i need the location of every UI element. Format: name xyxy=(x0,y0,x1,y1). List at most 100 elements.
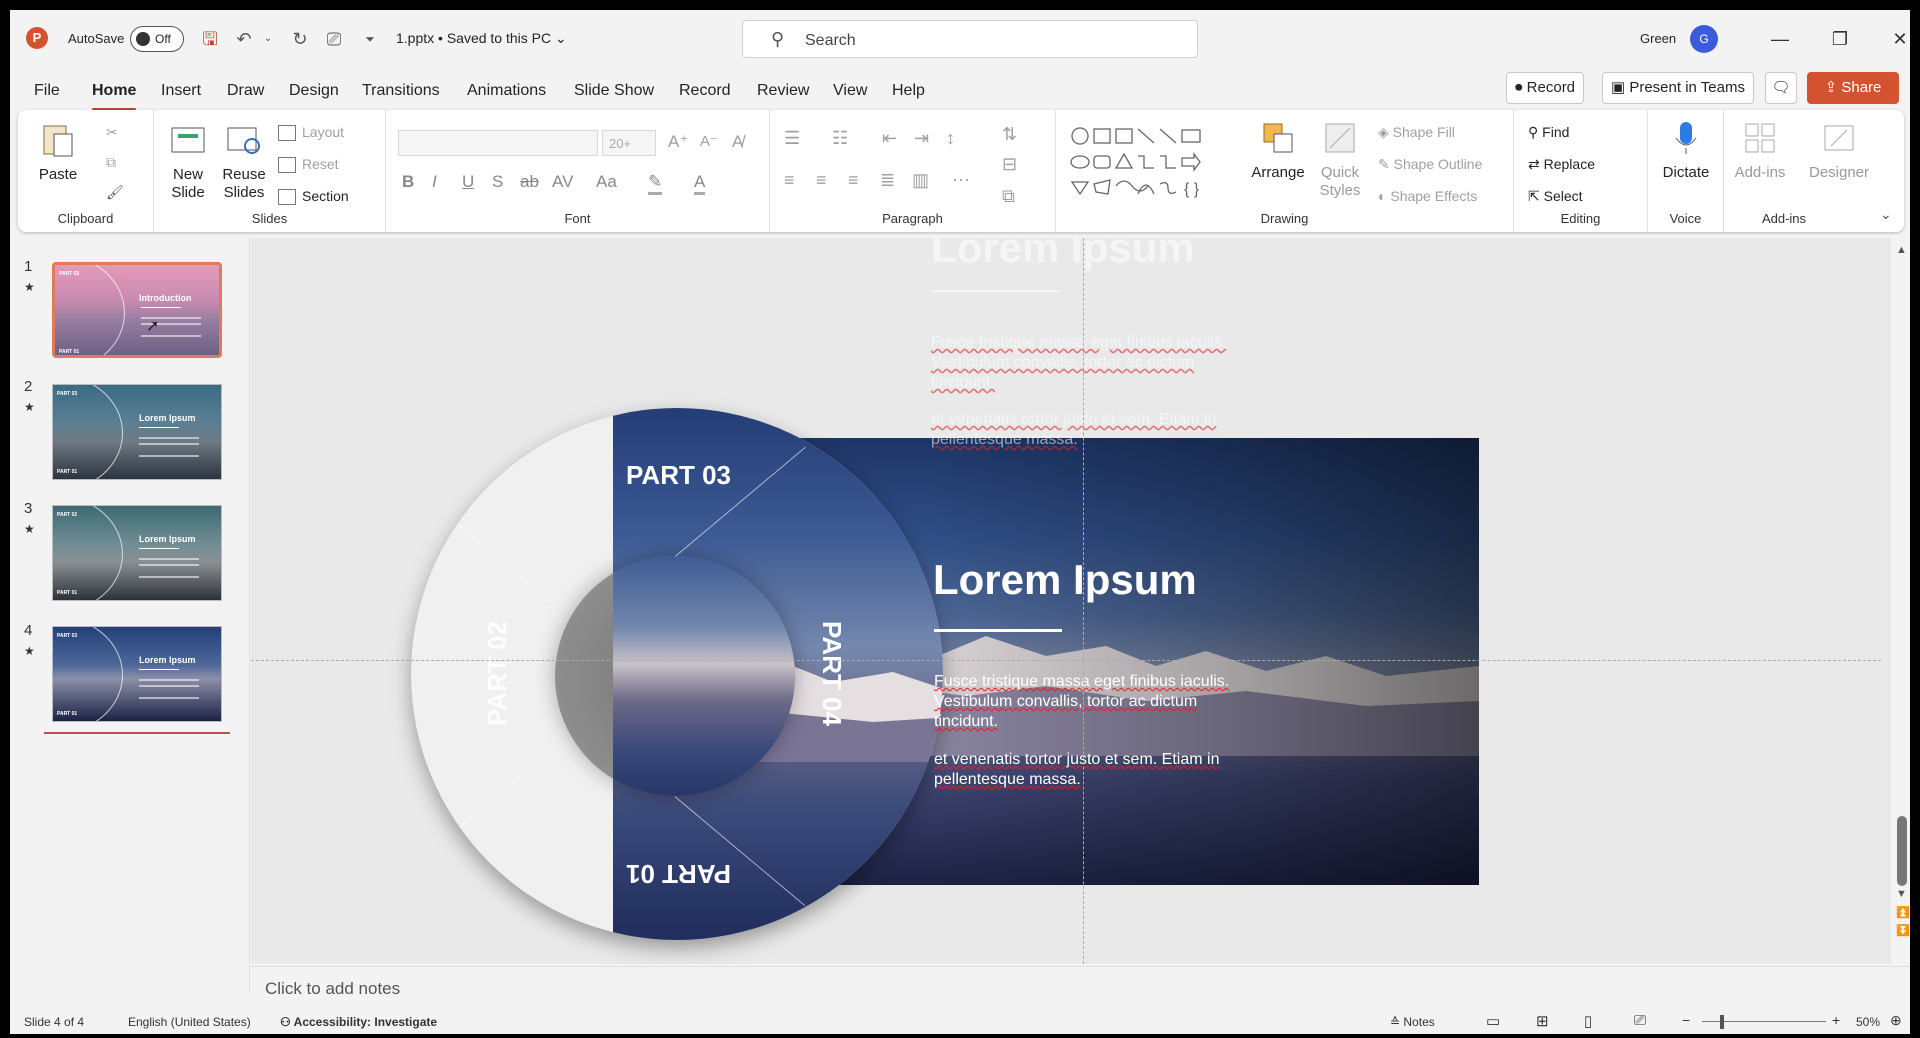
tab-view[interactable]: View xyxy=(833,82,867,100)
shape-fill-button[interactable]: ◈ Shape Fill xyxy=(1378,124,1455,141)
fit-to-window-icon[interactable]: ⊕ xyxy=(1890,1012,1902,1029)
record-button[interactable]: ⏺ Record xyxy=(1506,72,1585,104)
reading-view-icon[interactable]: ▯ xyxy=(1584,1012,1592,1030)
highlight-icon[interactable]: ✎ xyxy=(648,172,663,195)
slide-sorter-icon[interactable]: ⊞ xyxy=(1536,1012,1549,1030)
align-text-vertical-icon[interactable]: ⊟ xyxy=(1002,154,1017,175)
save-icon[interactable]: 🖫 xyxy=(198,27,222,51)
bullets-icon[interactable]: ☰ xyxy=(784,128,800,149)
align-right-icon[interactable]: ≡ xyxy=(848,170,859,191)
present-from-start-icon[interactable]: ⎚ xyxy=(322,27,346,51)
slide-thumbnail[interactable]: Introduction PART 03 PART 01 xyxy=(52,262,222,358)
change-case-icon[interactable]: Aa xyxy=(596,172,617,192)
slide-title[interactable]: Lorem Ipsum xyxy=(933,556,1197,604)
part-circle-graphic[interactable]: PART 03 PART 01 PART 04 PART 02 xyxy=(411,408,943,940)
paste-button[interactable]: Paste xyxy=(28,120,88,184)
tab-transitions[interactable]: Transitions xyxy=(362,82,440,100)
previous-slide-icon[interactable]: ⏫ xyxy=(1896,906,1910,919)
tab-help[interactable]: Help xyxy=(892,82,925,100)
align-center-icon[interactable]: ≡ xyxy=(816,170,827,191)
zoom-level[interactable]: 50% xyxy=(1856,1015,1880,1029)
body-text-2[interactable]: et venenatis tortor justo et sem. Etiam … xyxy=(934,750,1274,790)
scroll-up-icon[interactable]: ▲ xyxy=(1896,244,1907,256)
bold-icon[interactable]: B xyxy=(402,172,414,192)
tab-file[interactable]: File xyxy=(34,82,60,100)
new-slide-button[interactable]: New Slide xyxy=(162,120,214,202)
clear-format-icon[interactable]: A̸ xyxy=(732,132,743,152)
zoom-slider-thumb[interactable] xyxy=(1720,1015,1724,1029)
search-box[interactable]: ⚲ Search xyxy=(742,20,1198,58)
tab-design[interactable]: Design xyxy=(289,82,339,100)
scroll-thumb[interactable] xyxy=(1897,816,1907,886)
smartart-icon[interactable]: ⧉ xyxy=(1002,186,1015,207)
tab-record[interactable]: Record xyxy=(679,82,731,100)
vertical-scrollbar[interactable]: ▲ ▼ ⏫ ⏬ xyxy=(1894,238,1910,964)
dictate-button[interactable]: Dictate xyxy=(1656,118,1716,182)
user-name[interactable]: Green xyxy=(1640,31,1676,46)
decrease-font-icon[interactable]: A⁻ xyxy=(700,132,718,150)
tab-slide-show[interactable]: Slide Show xyxy=(574,82,654,100)
columns-icon[interactable]: ▥ xyxy=(912,170,929,191)
select-button[interactable]: ⇱ Select xyxy=(1528,188,1583,205)
undo-dropdown-icon[interactable]: ⌄ xyxy=(256,27,280,51)
shapes-gallery[interactable]: { } xyxy=(1068,124,1228,200)
horizontal-guide[interactable] xyxy=(251,660,1881,661)
cut-icon[interactable]: ✂ xyxy=(106,124,118,141)
avatar[interactable]: G xyxy=(1690,25,1718,53)
shape-effects-button[interactable]: ◐ Shape Effects xyxy=(1378,188,1477,204)
close-icon[interactable]: ✕ xyxy=(1880,24,1910,54)
accessibility-status[interactable]: ⚇ Accessibility: Investigate xyxy=(280,1015,437,1029)
tab-insert[interactable]: Insert xyxy=(161,82,201,100)
line-spacing-icon[interactable]: ↕ xyxy=(946,128,955,149)
next-slide-icon[interactable]: ⏬ xyxy=(1896,924,1910,937)
increase-font-icon[interactable]: A⁺ xyxy=(668,132,688,152)
font-color-icon[interactable]: A xyxy=(694,172,706,195)
zoom-out-icon[interactable]: − xyxy=(1682,1012,1690,1028)
body-text-1[interactable]: Fusce tristique massa eget finibus iacul… xyxy=(934,672,1274,732)
slide-thumbnail[interactable]: Lorem Ipsum PART 02 PART 01 xyxy=(52,505,222,601)
shadow-icon[interactable]: S xyxy=(492,172,503,192)
notes-button[interactable]: ≙ Notes xyxy=(1390,1015,1435,1029)
language[interactable]: English (United States) xyxy=(128,1015,251,1029)
shape-outline-button[interactable]: ✎ Shape Outline xyxy=(1378,156,1482,173)
section-button[interactable]: Section xyxy=(278,188,349,206)
autosave-toggle[interactable]: Off xyxy=(130,26,184,52)
layout-button[interactable]: Layout xyxy=(278,124,344,142)
scroll-down-icon[interactable]: ▼ xyxy=(1896,888,1907,900)
numbering-icon[interactable]: ☷ xyxy=(832,128,848,149)
normal-view-icon[interactable]: ▭ xyxy=(1486,1012,1500,1030)
underline-icon[interactable]: U xyxy=(462,172,474,192)
text-direction-icon[interactable]: ⇅ xyxy=(1002,124,1017,145)
present-in-teams-button[interactable]: ▣ Present in Teams xyxy=(1602,72,1754,104)
font-size-input[interactable]: 20+ xyxy=(602,130,656,156)
reuse-slides-button[interactable]: Reuse Slides xyxy=(218,120,270,202)
file-name[interactable]: 1.pptx • Saved to this PC ⌄ xyxy=(396,30,567,47)
arrange-button[interactable]: Arrange xyxy=(1248,118,1308,182)
add-ins-button[interactable]: Add-ins xyxy=(1730,118,1790,182)
format-painter-icon[interactable]: 🖌 xyxy=(106,184,124,201)
tab-draw[interactable]: Draw xyxy=(227,82,264,100)
vertical-guide[interactable] xyxy=(1083,238,1084,964)
minimize-icon[interactable]: — xyxy=(1760,24,1800,54)
align-left-icon[interactable]: ≡ xyxy=(784,170,795,191)
replace-button[interactable]: ⇄ Replace xyxy=(1528,156,1595,173)
designer-button[interactable]: Designer xyxy=(1804,118,1874,182)
copy-icon[interactable]: ⧉ xyxy=(106,154,116,171)
share-button[interactable]: ⇪ Share xyxy=(1807,72,1899,104)
font-name-input[interactable] xyxy=(398,130,598,156)
increase-indent-icon[interactable]: ⇥ xyxy=(914,128,929,149)
redo-icon[interactable]: ↻ xyxy=(288,27,312,51)
slide-thumbnail[interactable]: Lorem Ipsum PART 03 PART 01 xyxy=(52,384,222,480)
notes-pane[interactable]: Click to add notes xyxy=(251,966,1910,1010)
slide-editing-canvas[interactable]: Lorem Ipsum Fusce tristique massa eget f… xyxy=(251,238,1891,964)
strikethrough-icon[interactable]: ab xyxy=(520,172,539,192)
slide-show-icon[interactable]: ⎚ xyxy=(1634,1012,1646,1029)
restore-icon[interactable]: ❐ xyxy=(1820,24,1860,54)
tab-animations[interactable]: Animations xyxy=(467,82,546,100)
zoom-in-icon[interactable]: + xyxy=(1832,1012,1840,1028)
justify-icon[interactable]: ≣ xyxy=(880,170,895,191)
quick-styles-button[interactable]: Quick Styles xyxy=(1310,118,1370,200)
italic-icon[interactable]: I xyxy=(432,172,437,192)
slide-thumbnail[interactable]: Lorem Ipsum PART 03 PART 01 xyxy=(52,626,222,722)
ribbon-collapse-icon[interactable]: ⌄ xyxy=(1880,206,1892,223)
